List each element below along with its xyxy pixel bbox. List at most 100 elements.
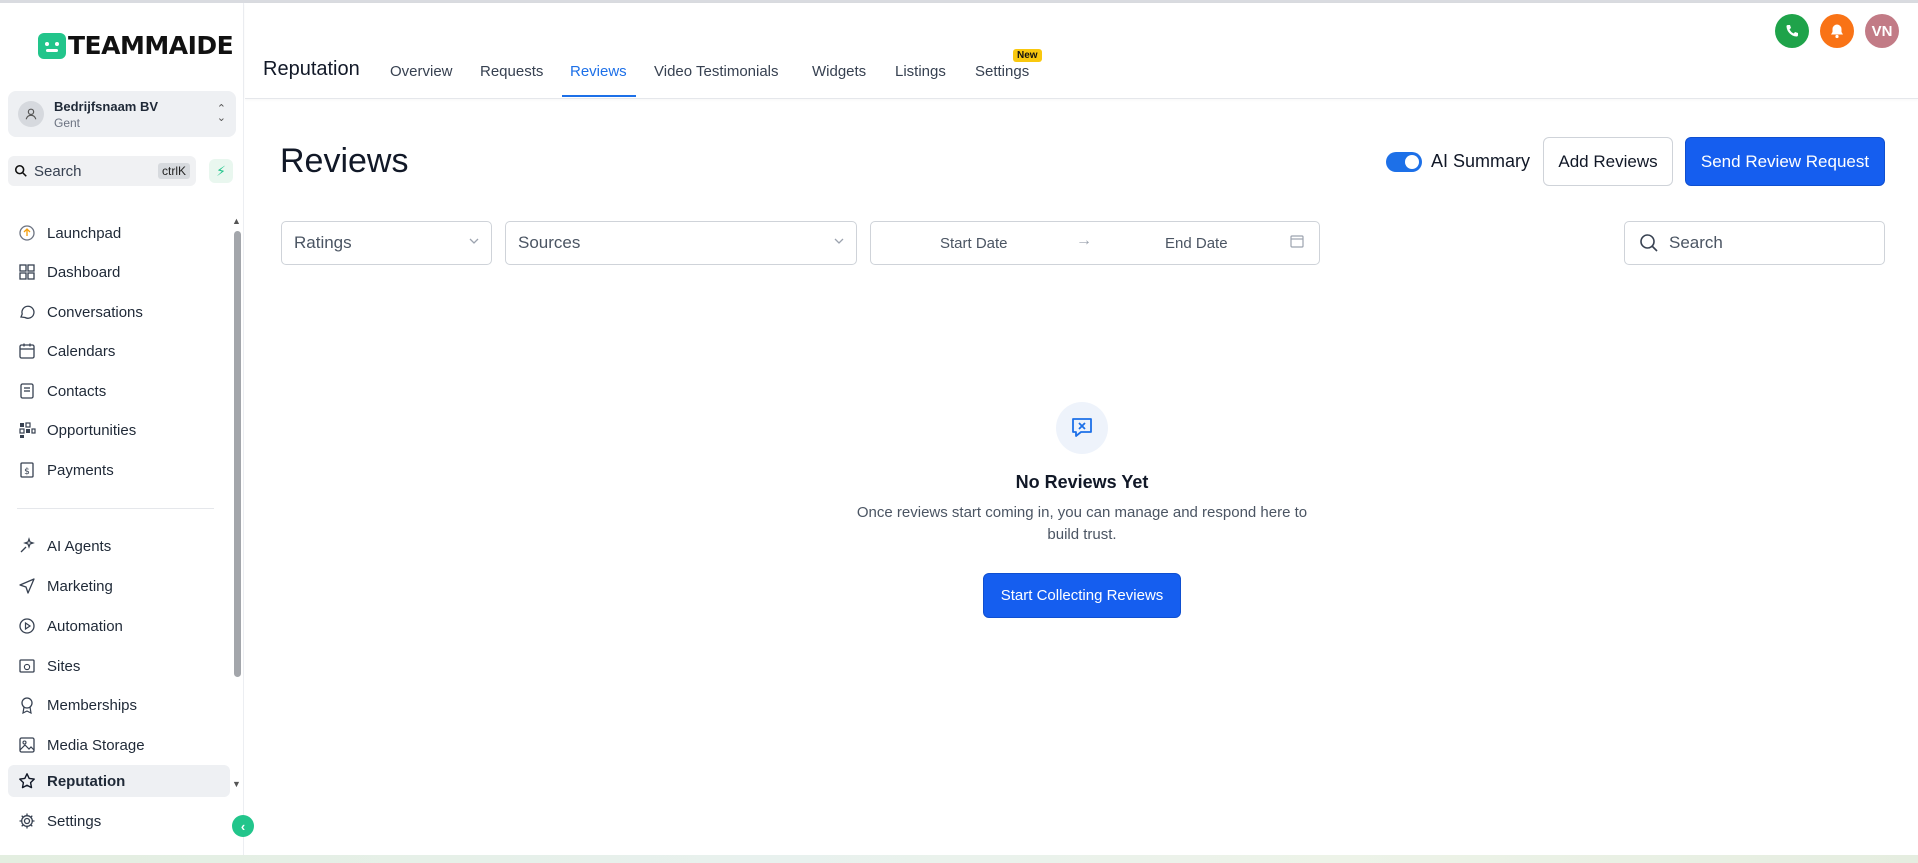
grid-icon: [16, 261, 38, 283]
award-icon: [16, 694, 38, 716]
sidebar-item-label: Payments: [47, 461, 114, 479]
sidebar-search-label: Search: [34, 162, 82, 180]
sidebar-item-label: Reputation: [47, 772, 126, 790]
page-title: Reviews: [280, 142, 409, 180]
add-reviews-button[interactable]: Add Reviews: [1543, 137, 1673, 186]
start-collecting-reviews-button[interactable]: Start Collecting Reviews: [983, 573, 1181, 618]
tab-video-testimonials[interactable]: Video Testimonials: [654, 63, 779, 80]
search-icon: [1640, 234, 1658, 252]
tab-widgets[interactable]: Widgets: [812, 63, 866, 80]
chevron-up-down-icon: ⌃ ⌄: [216, 103, 226, 124]
sidebar-item-label: Memberships: [47, 696, 138, 714]
send-icon: [16, 575, 38, 597]
no-reviews-icon: [1056, 402, 1108, 454]
sidebar-item-conversations[interactable]: Conversations: [8, 296, 230, 328]
quick-action-bolt-icon[interactable]: ⚡: [209, 159, 233, 183]
empty-state-description: Once reviews start coming in, you can ma…: [856, 504, 1308, 543]
brand-logo[interactable]: TEAMMAIDE: [38, 31, 234, 60]
chevron-down-icon: [834, 238, 844, 244]
start-date-input[interactable]: Start Date: [940, 235, 1008, 252]
sidebar-item-label: Calendars: [47, 342, 116, 360]
play-circle-icon: [16, 615, 38, 637]
sidebar-item-dashboard[interactable]: Dashboard: [8, 256, 230, 288]
org-name: Bedrijfsnaam BV: [54, 98, 159, 114]
sidebar-item-label: Dashboard: [47, 263, 121, 281]
ratings-select[interactable]: Ratings: [281, 221, 492, 265]
sidebar-item-reputation[interactable]: Reputation: [8, 765, 230, 797]
sidebar-item-opportunities[interactable]: Opportunities: [8, 414, 230, 446]
end-date-input[interactable]: End Date: [1165, 235, 1228, 252]
tab-requests[interactable]: Requests: [480, 63, 543, 80]
pipeline-icon: [16, 419, 38, 441]
sidebar-item-calendars[interactable]: Calendars: [8, 335, 230, 367]
sidebar-item-label: Sites: [47, 657, 81, 675]
sources-select-value: Sources: [518, 233, 581, 252]
notifications-button[interactable]: [1820, 14, 1854, 48]
sidebar-item-label: Settings: [47, 812, 102, 830]
sidebar-item-label: Contacts: [47, 382, 107, 400]
date-range-picker[interactable]: Start Date → End Date: [870, 221, 1320, 265]
phone-button[interactable]: [1775, 14, 1809, 48]
sidebar-item-settings[interactable]: Settings: [8, 805, 230, 837]
send-review-request-button[interactable]: Send Review Request: [1685, 137, 1885, 186]
user-avatar[interactable]: VN: [1865, 14, 1899, 48]
sidebar-item-label: Launchpad: [47, 224, 122, 242]
sidebar-item-payments[interactable]: $ Payments: [8, 454, 230, 486]
image-icon: [16, 734, 38, 756]
sidebar-search[interactable]: Search ctrlK: [8, 156, 196, 186]
sidebar-item-label: Automation: [47, 617, 123, 635]
sidebar-item-sites[interactable]: Sites: [8, 650, 230, 682]
tab-overview[interactable]: Overview: [390, 63, 453, 80]
sparkle-icon: [16, 535, 38, 557]
sidebar-item-label: Opportunities: [47, 421, 137, 439]
logo-mark-icon: [38, 32, 66, 59]
ratings-select-value: Ratings: [294, 233, 352, 252]
ai-summary-toggle[interactable]: [1386, 152, 1422, 172]
sidebar-item-contacts[interactable]: Contacts: [8, 375, 230, 407]
sidebar: TEAMMAIDE Bedrijfsnaam BV Gent ⌃ ⌄ Search…: [0, 3, 254, 855]
shortcut-hint: ctrlK: [158, 163, 190, 179]
sidebar-item-marketing[interactable]: Marketing: [8, 570, 230, 602]
sidebar-item-media-storage[interactable]: Media Storage: [8, 729, 230, 761]
sidebar-divider: [17, 508, 214, 509]
search-icon: [14, 164, 27, 177]
bell-icon: [1831, 24, 1843, 39]
reviews-search-input[interactable]: [1669, 233, 1869, 253]
rocket-icon: [16, 222, 38, 244]
invoice-icon: $: [16, 459, 38, 481]
sidebar-item-label: AI Agents: [47, 537, 112, 555]
chevron-down-icon: [469, 238, 479, 244]
org-switcher[interactable]: Bedrijfsnaam BV Gent ⌃ ⌄: [8, 91, 236, 137]
active-tab-indicator: [562, 95, 636, 97]
sidebar-item-ai-agents[interactable]: AI Agents: [8, 530, 230, 562]
sidebar-item-label: Conversations: [47, 303, 143, 321]
sources-select[interactable]: Sources: [505, 221, 857, 265]
logo-text: TEAMMAIDE: [68, 31, 234, 60]
sidebar-item-automation[interactable]: Automation: [8, 610, 230, 642]
scroll-up-arrow-icon[interactable]: ▲: [232, 216, 241, 226]
calendar-icon: [16, 340, 38, 362]
reviews-search[interactable]: [1624, 221, 1885, 265]
top-header: Reputation Overview Requests Reviews Vid…: [245, 3, 1918, 99]
new-badge: New: [1013, 49, 1042, 62]
phone-icon: [1786, 24, 1798, 37]
chat-icon: [16, 301, 38, 323]
ai-summary-label: AI Summary: [1431, 151, 1531, 171]
contact-book-icon: [16, 380, 38, 402]
sidebar-scrollbar-thumb[interactable]: [234, 231, 241, 677]
svg-text:$: $: [24, 467, 30, 477]
org-location: Gent: [54, 115, 81, 130]
tab-listings[interactable]: Listings: [895, 63, 946, 80]
scroll-down-arrow-icon[interactable]: ▼: [232, 779, 241, 789]
module-title: Reputation: [263, 58, 360, 80]
tab-reviews[interactable]: Reviews: [570, 63, 627, 80]
sidebar-item-memberships[interactable]: Memberships: [8, 689, 230, 721]
sidebar-item-label: Media Storage: [47, 736, 145, 754]
star-icon: [16, 770, 38, 792]
gear-icon: [16, 810, 38, 832]
collapse-sidebar-chevron-left-icon[interactable]: ‹: [232, 815, 254, 837]
tab-settings[interactable]: Settings: [975, 63, 1029, 80]
window-bottom-strip: [0, 855, 1918, 863]
sidebar-item-launchpad[interactable]: Launchpad: [8, 217, 230, 249]
sidebar-item-label: Marketing: [47, 577, 113, 595]
